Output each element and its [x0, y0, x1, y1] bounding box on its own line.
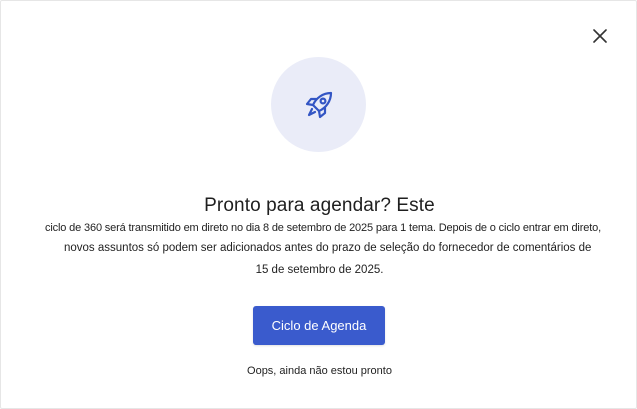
- description-line-2: novos assuntos só podem ser adicionados …: [64, 242, 592, 254]
- close-icon: [593, 29, 607, 43]
- rocket-icon: [305, 91, 332, 118]
- schedule-cycle-button[interactable]: Ciclo de Agenda: [253, 306, 385, 345]
- dialog-title: Pronto para agendar? Este: [204, 195, 435, 216]
- not-ready-link[interactable]: Oops, ainda não estou pronto: [1, 365, 637, 377]
- schedule-dialog: Pronto para agendar? Este ciclo de 360 s…: [0, 0, 637, 409]
- description-line-3: 15 de setembro de 2025.: [255, 264, 384, 276]
- hero-icon-circle: [271, 57, 366, 152]
- close-button[interactable]: [587, 23, 613, 49]
- description-line-1: ciclo de 360 será transmitido em direto …: [45, 222, 601, 234]
